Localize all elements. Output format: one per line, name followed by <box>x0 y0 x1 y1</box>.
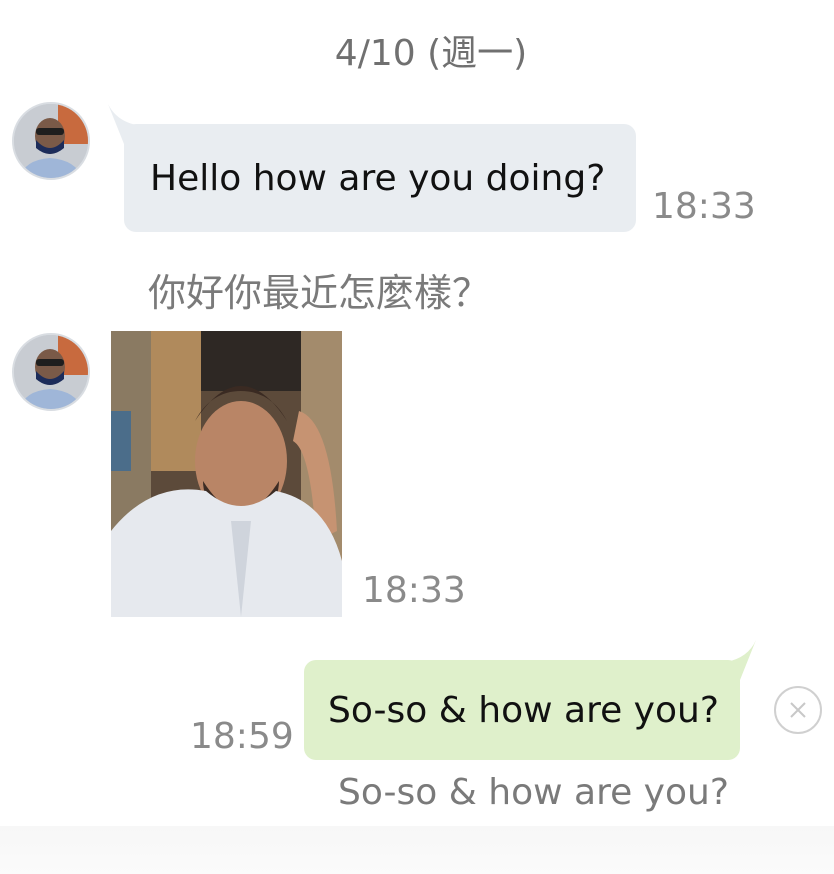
sender-avatar[interactable] <box>12 102 90 180</box>
avatar-image <box>14 335 88 409</box>
message-timestamp: 18:59 <box>190 716 294 757</box>
message-text: So-so & how are you? <box>328 689 719 731</box>
message-translation: So-so & how are you? <box>338 772 729 813</box>
input-area-edge <box>0 826 834 874</box>
outgoing-message-bubble[interactable]: So-so & how are you? <box>304 660 740 760</box>
photo-image <box>111 331 342 617</box>
photo-message[interactable] <box>111 331 342 617</box>
close-icon[interactable] <box>774 686 822 734</box>
incoming-message-bubble[interactable]: Hello how are you doing? <box>124 124 636 232</box>
message-text: Hello how are you doing? <box>150 157 606 199</box>
message-translation: 你好你最近怎麼樣？ <box>148 271 491 315</box>
message-timestamp: 18:33 <box>652 186 756 227</box>
message-timestamp: 18:33 <box>362 570 466 611</box>
sender-avatar[interactable] <box>12 333 90 411</box>
close-icon-glyph <box>790 702 806 718</box>
date-separator: 4/10 (週一) <box>334 33 528 74</box>
avatar-image <box>14 104 88 178</box>
